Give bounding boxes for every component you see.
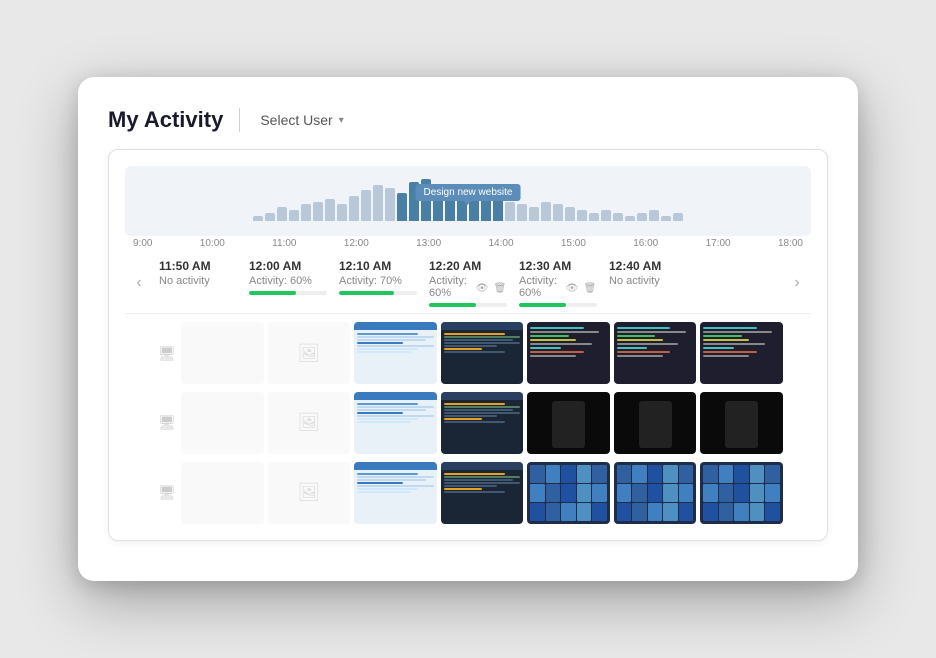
time-label: 12:00 AM	[249, 259, 327, 273]
screenshot-rows: 🖥🖼	[153, 322, 783, 524]
eye-icon[interactable]: 👁	[565, 281, 579, 295]
screenshot-cell[interactable]	[441, 462, 524, 524]
trash-icon[interactable]: 🗑	[583, 281, 597, 295]
screenshot-cell[interactable]	[700, 322, 783, 384]
timeline-label: 17:00	[706, 238, 731, 249]
image-placeholder-icon: 🖼	[297, 412, 320, 433]
activity-bar-fill	[249, 291, 296, 295]
activity-label: Activity: 60%	[519, 275, 565, 299]
screenshot-cell[interactable]	[527, 392, 610, 454]
main-card: Design new website 9:00 10:00 11:00 12:00 13…	[108, 149, 828, 541]
page-title: My Activity	[108, 107, 223, 133]
screenshot-cell[interactable]	[354, 322, 437, 384]
time-col-2: 12:10 AM Activity: 70%	[333, 259, 423, 307]
monitor-symbol: 🖥	[158, 484, 176, 501]
screenshot-row: 🖥🖼	[153, 322, 783, 384]
time-col-5: 12:40 AM No activity	[603, 259, 693, 307]
timeline-labels: 9:00 10:00 11:00 12:00 13:00 14:00 15:00 16:00 1…	[125, 236, 811, 249]
timeline-label: 16:00	[633, 238, 658, 249]
image-placeholder-icon: 🖼	[297, 482, 320, 503]
screenshot-cell[interactable]: 🖼	[268, 462, 351, 524]
screenshot-grid-wrapper: 🖥🖼	[125, 322, 811, 524]
screenshot-row: 🖥🖼	[153, 392, 783, 454]
screenshot-cell[interactable]	[614, 392, 697, 454]
timeline-label: 18:00	[778, 238, 803, 249]
time-col-0: 11:50 AM No activity	[153, 259, 243, 307]
monitor-icon: 🖥	[153, 345, 181, 362]
timeline-label: 12:00	[344, 238, 369, 249]
screenshot-cell[interactable]	[527, 322, 610, 384]
activity-label: No activity	[159, 275, 210, 287]
screenshot-cell[interactable]	[614, 462, 697, 524]
screenshot-cell[interactable]	[181, 462, 264, 524]
screenshot-cell[interactable]	[700, 462, 783, 524]
monitor-symbol: 🖥	[158, 414, 176, 431]
select-user-button[interactable]: Select User ▾	[256, 110, 347, 130]
screenshot-cell[interactable]	[614, 322, 697, 384]
activity-bar-fill	[429, 303, 476, 307]
screenshot-cell[interactable]	[527, 462, 610, 524]
screenshot-cell[interactable]	[441, 392, 524, 454]
timeline-label: 11:00	[272, 238, 296, 249]
chart-tooltip: Design new website	[416, 184, 521, 201]
page-header: My Activity Select User ▾	[108, 107, 828, 133]
activity-bar-container	[249, 291, 327, 295]
screenshot-cell[interactable]	[700, 392, 783, 454]
screenshot-cells-row-0: 🖼	[181, 322, 783, 384]
screenshot-cell[interactable]	[354, 392, 437, 454]
activity-bar-container	[519, 303, 597, 307]
activity-label: Activity: 70%	[339, 275, 402, 287]
screenshot-cell[interactable]: 🖼	[268, 392, 351, 454]
timeline-label: 13:00	[416, 238, 441, 249]
screenshot-cells-row-2: 🖼	[181, 462, 783, 524]
activity-bar-fill	[339, 291, 394, 295]
time-col-3: 12:20 AMActivity: 60%👁🗑	[423, 259, 513, 307]
time-columns-header: ‹ 11:50 AM No activity 12:00 AM Activity: 6…	[125, 249, 811, 314]
screenshot-row: 🖥🖼	[153, 462, 783, 524]
monitor-icon: 🖥	[153, 414, 181, 431]
trash-icon[interactable]: 🗑	[493, 281, 507, 295]
timeline-label: 14:00	[489, 238, 514, 249]
timeline-label: 9:00	[133, 238, 152, 249]
time-grid: 11:50 AM No activity 12:00 AM Activity: 60%…	[153, 259, 783, 307]
activity-bar-container	[339, 291, 417, 295]
timeline-label: 10:00	[200, 238, 225, 249]
time-label: 12:20 AM	[429, 259, 507, 273]
time-col-1: 12:00 AM Activity: 60%	[243, 259, 333, 307]
header-divider	[239, 108, 240, 132]
prev-button[interactable]: ‹	[125, 259, 153, 307]
eye-icon[interactable]: 👁	[475, 281, 489, 295]
activity-label: Activity: 60%	[429, 275, 475, 299]
time-label: 12:30 AM	[519, 259, 597, 273]
monitor-symbol: 🖥	[158, 345, 176, 362]
activity-chart: Design new website	[125, 166, 811, 236]
time-label: 11:50 AM	[159, 259, 237, 273]
chevron-down-icon: ▾	[339, 115, 344, 126]
screenshot-cell[interactable]	[354, 462, 437, 524]
activity-label: No activity	[609, 275, 660, 287]
activity-label: Activity: 60%	[249, 275, 312, 287]
activity-bar-fill	[519, 303, 566, 307]
time-label: 12:40 AM	[609, 259, 687, 273]
screenshot-cells-row-1: 🖼	[181, 392, 783, 454]
monitor-icon: 🖥	[153, 484, 181, 501]
col-action-icons: 👁🗑	[475, 281, 507, 295]
col-action-icons: 👁🗑	[565, 281, 597, 295]
time-col-4: 12:30 AMActivity: 60%👁🗑	[513, 259, 603, 307]
activity-bar-container	[429, 303, 507, 307]
image-placeholder-icon: 🖼	[297, 343, 320, 364]
screenshot-cell[interactable]: 🖼	[268, 322, 351, 384]
timeline-label: 15:00	[561, 238, 586, 249]
select-user-label: Select User	[260, 112, 332, 128]
screenshot-cell[interactable]	[181, 322, 264, 384]
time-label: 12:10 AM	[339, 259, 417, 273]
next-button[interactable]: ›	[783, 259, 811, 307]
device-frame: My Activity Select User ▾ Design new web…	[78, 77, 858, 581]
screenshot-cell[interactable]	[181, 392, 264, 454]
screenshot-cell[interactable]	[441, 322, 524, 384]
